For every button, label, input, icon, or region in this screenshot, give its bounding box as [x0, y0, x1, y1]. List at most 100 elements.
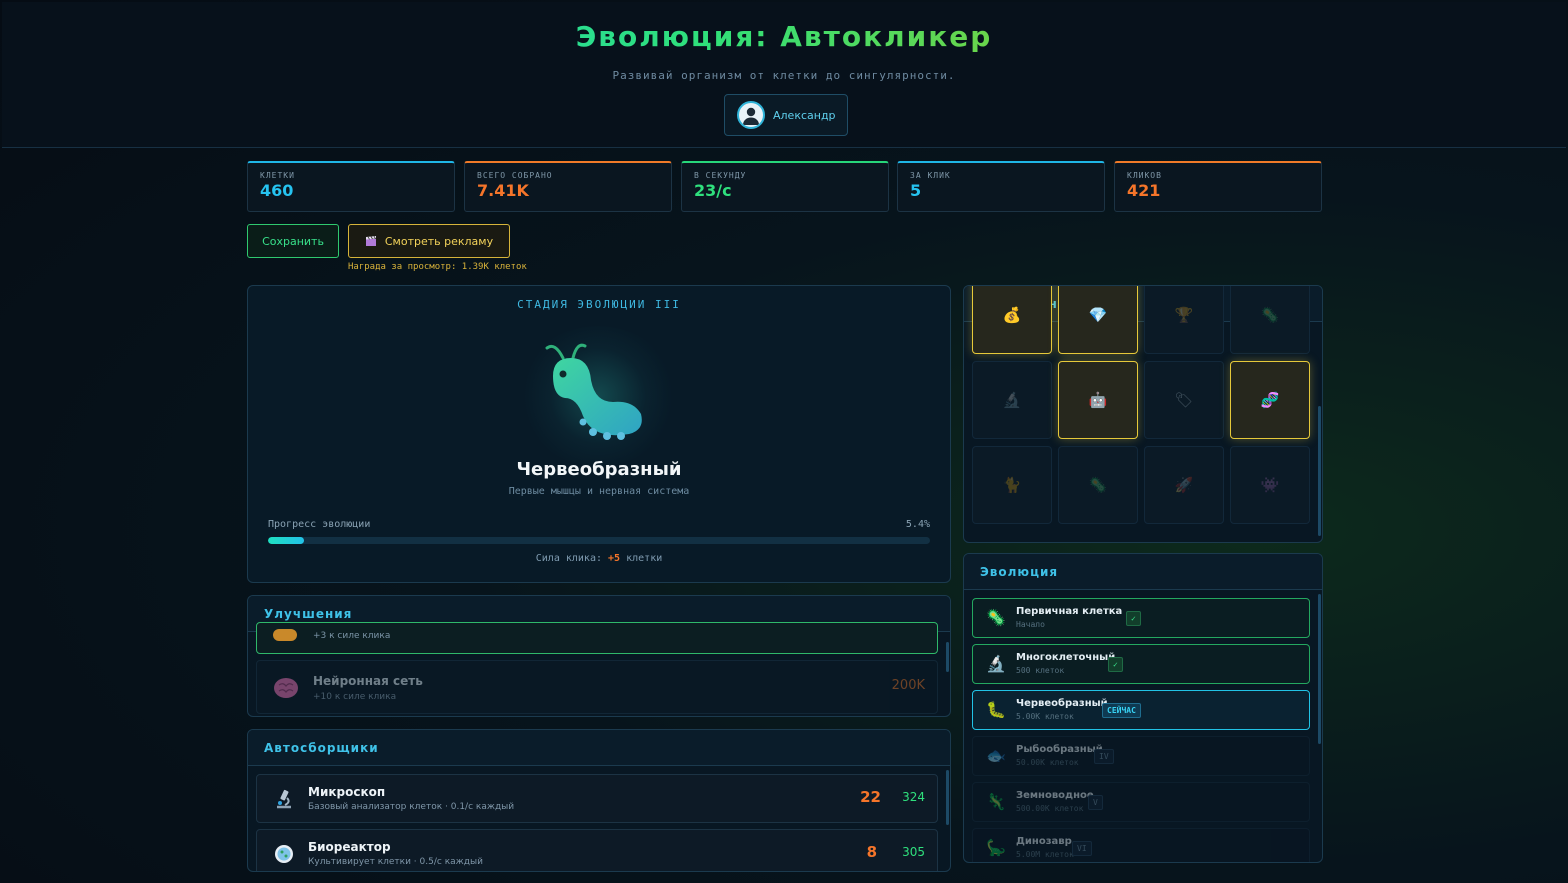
autoclicker-owned: 22	[860, 788, 881, 806]
evolution-stage-panel: СТАДИЯ ЭВОЛЮЦИИ III Червеобразный Первые…	[247, 285, 951, 583]
autoclicker-name: Микроскоп	[308, 785, 386, 799]
watch-ad-button[interactable]: Смотреть рекламу	[348, 224, 510, 258]
stage-title: СТАДИЯ ЭВОЛЮЦИИ III	[517, 298, 681, 311]
stat-per-click: ЗА КЛИК 5	[897, 161, 1105, 212]
bioreactor-icon	[275, 845, 293, 863]
evolution-stage-name: Рыбообразный	[1016, 744, 1103, 755]
evolution-stage-name: Червеобразный	[1016, 698, 1108, 709]
click-power: Сила клика: +5 клетки	[248, 553, 950, 564]
trophy-icon: 🏆	[1174, 306, 1194, 324]
achievement-moneybag-icon[interactable]: 💰	[972, 286, 1052, 354]
upgrades-scrollbar[interactable]	[946, 642, 949, 672]
upgrade-description: +10 к силе клика	[313, 692, 397, 702]
evolution-stage-item[interactable]: 🐟 Рыбообразный 50.00K клеток IV	[972, 736, 1310, 776]
autoclickers-panel: Автосборщики Микроскоп Базовый анализато…	[247, 729, 951, 872]
evolution-stage-badge: IV	[1094, 749, 1114, 764]
microscope-icon	[277, 789, 291, 809]
stat-value: 5	[910, 181, 922, 200]
evolution-stage-name: Земноводное	[1016, 790, 1094, 801]
stat-value: 421	[1127, 181, 1161, 200]
evolution-stage-requirement: Начало	[1016, 620, 1045, 629]
autoclicker-microscope[interactable]: Микроскоп Базовый анализатор клеток · 0.…	[256, 774, 938, 823]
user-profile-chip[interactable]: Александр	[724, 94, 848, 136]
achievement-cat-icon[interactable]: 🐈	[972, 446, 1052, 524]
evolution-stage-item[interactable]: 🦕 Динозавр 5.00M клеток VI	[972, 828, 1310, 862]
user-icon	[743, 107, 759, 125]
stat-total-collected: ВСЕГО СОБРАНО 7.41K	[464, 161, 672, 212]
autoclicker-cost: 324	[902, 790, 925, 804]
autoclicker-bioreactor[interactable]: Биореактор Культивирует клетки · 0.5/с к…	[256, 829, 938, 871]
achievement-virus-icon[interactable]: 🦠	[1230, 286, 1310, 354]
achievement-rocket-icon[interactable]: 🚀	[1144, 446, 1224, 524]
diamond-icon: 💎	[1088, 306, 1108, 324]
evolution-stage-name: Первичная клетка	[1016, 606, 1123, 617]
cat-icon: 🐈	[1002, 476, 1022, 494]
worm-creature-icon[interactable]	[533, 336, 653, 446]
avatar	[737, 101, 765, 129]
stat-label: КЛЕТКИ	[260, 171, 295, 180]
clapperboard-icon	[365, 235, 376, 246]
autoclicker-description: Базовый анализатор клеток · 0.1/с каждый	[308, 802, 515, 812]
evolution-stage-item[interactable]: 🔬 Многоклеточный 500 клеток ✓	[972, 644, 1310, 684]
brain-icon	[274, 678, 298, 698]
stat-label: КЛИКОВ	[1127, 171, 1162, 180]
stat-label: В СЕКУНДУ	[694, 171, 747, 180]
autoclickers-title: Автосборщики	[248, 730, 950, 766]
stat-value: 23/с	[694, 181, 732, 200]
autoclickers-scrollbar[interactable]	[946, 770, 949, 825]
evolution-stage-requirement: 5.00K клеток	[1016, 712, 1074, 721]
upgrades-panel: Улучшения +3 к силе клика Нейронная сеть…	[247, 595, 951, 717]
achievement-microscope-icon[interactable]: 🔬	[972, 361, 1052, 439]
lizard-icon: 🦎	[986, 792, 1006, 811]
achievement-bug-icon[interactable]: 🦠	[1058, 446, 1138, 524]
achievement-robot-icon[interactable]: 🤖	[1058, 361, 1138, 439]
rocket-icon: 🚀	[1174, 476, 1194, 494]
evolution-stage-badge: СЕЙЧАС	[1102, 703, 1141, 718]
achievement-tag-icon[interactable]: 🏷	[1144, 361, 1224, 439]
save-button[interactable]: Сохранить	[247, 224, 339, 258]
achievement-trophy-icon[interactable]: 🏆	[1144, 286, 1224, 354]
upgrade-item-neural-network[interactable]: Нейронная сеть +10 к силе клика 200K	[256, 660, 938, 714]
evolution-stage-badge: ✓	[1126, 611, 1141, 626]
upgrade-cost: 200K	[891, 678, 925, 693]
moneybag-icon: 💰	[1002, 306, 1022, 324]
game-subtitle: Развивай организм от клетки до сингулярн…	[612, 69, 956, 82]
achievements-panel: Достижения 💰💎🏆🦠🔬🤖🏷🧬🐈🦠🚀👾	[963, 285, 1323, 543]
worm-icon: 🐛	[986, 700, 1006, 719]
evolution-stage-item[interactable]: 🦎 Земноводное 500.00K клеток V	[972, 782, 1310, 822]
game-title: Эволюция: Автокликер	[2, 20, 1566, 53]
dna-icon: 🧬	[1260, 391, 1280, 409]
fish-icon: 🐟	[986, 746, 1006, 765]
upgrade-name: Нейронная сеть	[313, 674, 423, 688]
microscope-icon: 🔬	[1002, 391, 1022, 409]
upgrade-icon	[273, 629, 297, 641]
autoclicker-cost: 305	[902, 845, 925, 859]
virus-icon: 🦠	[1260, 306, 1280, 324]
evolution-progress-bar	[268, 537, 930, 544]
achievement-dna-icon[interactable]: 🧬	[1230, 361, 1310, 439]
autoclicker-owned: 8	[866, 843, 877, 861]
robot-icon: 🤖	[1088, 391, 1108, 409]
evolution-list-title: Эволюция	[964, 554, 1322, 590]
user-name: Александр	[773, 108, 836, 122]
autoclicker-description: Культивирует клетки · 0.5/с каждый	[308, 857, 483, 867]
achievement-astronaut-icon[interactable]: 👾	[1230, 446, 1310, 524]
achievement-diamond-icon[interactable]: 💎	[1058, 286, 1138, 354]
stat-label: ЗА КЛИК	[910, 171, 951, 180]
autoclicker-name: Биореактор	[308, 840, 391, 854]
stage-name: Червеобразный	[516, 459, 682, 480]
header: Эволюция: Автокликер Развивай организм о…	[2, 2, 1566, 148]
evolution-scrollbar[interactable]	[1318, 594, 1321, 744]
astronaut-icon: 👾	[1260, 476, 1280, 494]
upgrade-item[interactable]: +3 к силе клика	[256, 622, 938, 654]
click-power-suffix: клетки	[626, 553, 663, 564]
progress-fill	[268, 537, 304, 544]
evolution-stage-item[interactable]: 🐛 Червеобразный 5.00K клеток СЕЙЧАС	[972, 690, 1310, 730]
evolution-stage-requirement: 5.00M клеток	[1016, 850, 1074, 859]
upgrade-description: +3 к силе клика	[313, 631, 391, 641]
achievements-scrollbar[interactable]	[1318, 406, 1321, 536]
stat-clicks: КЛИКОВ 421	[1114, 161, 1322, 212]
dinosaur-icon: 🦕	[986, 838, 1006, 857]
evolution-stage-item[interactable]: 🦠 Первичная клетка Начало ✓	[972, 598, 1310, 638]
evolution-stage-badge: ✓	[1108, 657, 1123, 672]
